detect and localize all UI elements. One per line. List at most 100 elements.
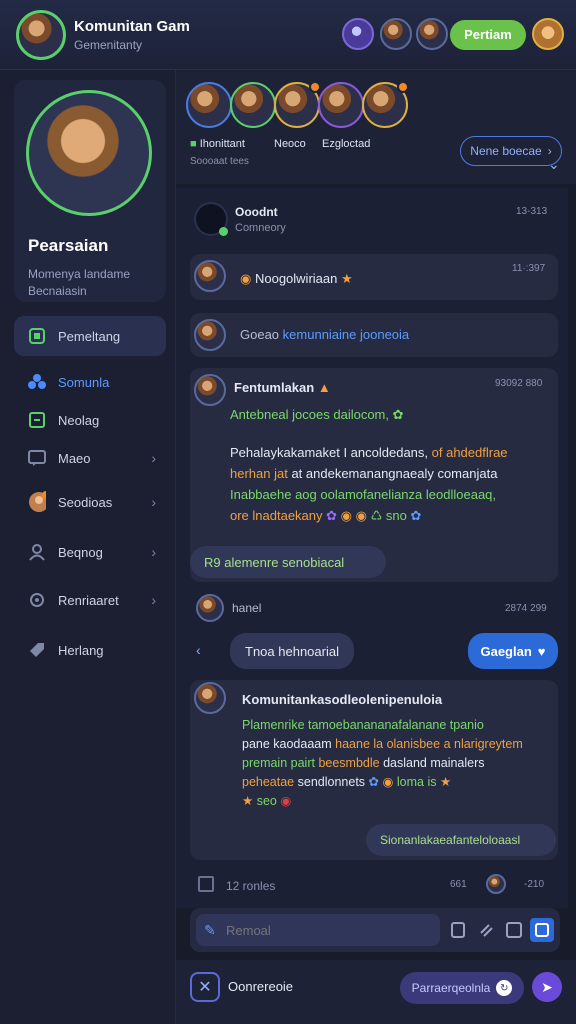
reply-count: 12 ronles [226,879,276,893]
sidebar-item-home[interactable]: Pemeltang [14,316,166,356]
story-avatar[interactable] [274,81,321,128]
online-user-avatar[interactable] [380,18,412,50]
timestamp: 13-313 [516,206,548,217]
sidebar-item-label: Neolag [58,412,100,428]
story-sub: Soooaat tees [190,156,249,167]
pen-icon: ✎ [204,922,216,938]
refresh-icon: ↻ [496,980,513,996]
story-label: ■ Ihonittant [190,138,245,150]
meta-value: 661 [450,879,467,890]
sidebar-item-friends[interactable]: Seodioas › [14,482,166,522]
join-button[interactable]: Pertiam [450,20,526,50]
my-avatar[interactable] [532,18,564,50]
user-icon [28,543,46,561]
story-avatar[interactable] [230,82,276,128]
see-more-button[interactable]: Nene boecae › [460,136,562,166]
user-avatar[interactable] [486,874,506,894]
online-indicator [219,227,228,236]
sidebar-item-label: Renriaaret [58,592,119,608]
bookmark-icon[interactable] [198,876,214,892]
message-input[interactable] [196,914,440,946]
user-name: hanel [232,601,262,615]
chevron-right-icon: › [151,592,156,608]
app-subtitle: Gemenitanty [74,38,143,52]
sidebar-item-label: Maeo [58,450,91,466]
like-button[interactable]: Gaeglan ♥ [468,633,558,669]
user-avatar [194,682,226,714]
user-avatar [194,374,226,406]
notification-badge [397,81,409,93]
send-icon[interactable]: ➤ [532,972,562,1002]
profile-avatar [26,90,152,216]
document-icon[interactable] [446,918,470,942]
heart-icon: ♥ [537,643,546,659]
sidebar-item-label: Herlang [58,642,104,658]
emoji-icon[interactable] [502,918,526,942]
chevron-right-icon: › [151,544,156,560]
friends-icon [28,491,46,512]
sidebar-item-label: Pemeltang [58,328,121,344]
story-avatar[interactable] [318,82,364,128]
sidebar-item-games[interactable]: Neolag [14,400,166,440]
story-avatar[interactable] [186,82,232,128]
settings-icon [28,591,46,609]
bottom-left-label[interactable]: Oonrereoie [228,979,293,994]
post-text: ◉ Noogolwiriaan ★ [240,271,353,286]
home-icon [28,327,46,345]
post-body: Pehalaykakamaket I ancoldedans, of ahded… [230,445,508,523]
notification-badge [309,81,321,93]
post-title: Komunitankasodleolenipenuloia [242,692,443,707]
timestamp: 93092 880 [495,378,543,389]
chevron-right-icon: › [547,144,552,158]
app-logo-avatar[interactable] [16,10,66,60]
sidebar-item-label: Somunla [58,374,110,390]
timestamp: 11·:397 [512,263,546,274]
channel-name: Ooodnt [235,205,278,219]
link-icon[interactable] [474,918,498,942]
user-avatar[interactable] [196,594,224,622]
community-icon [28,373,46,391]
channel-sub: Comneory [235,222,286,234]
post-card[interactable]: Goeao kemunniaine jooneoia [190,313,558,357]
timestamp: 2874 299 [505,603,547,614]
sidebar-item-label: Seodioas [58,494,113,510]
sidebar-item-messages[interactable]: Maeo › [14,438,166,478]
post-title: Fentumlakan ▲ [234,380,331,395]
image-icon[interactable] [530,918,554,942]
user-avatar [194,260,226,292]
message-icon [28,449,46,467]
sidebar-item-profile[interactable]: Beqnog › [14,532,166,572]
sidebar-item-community[interactable]: Somunla [14,362,166,402]
game-icon [28,411,46,429]
story-avatar[interactable] [362,81,409,128]
chevron-right-icon: › [151,450,156,466]
bottom-action-button[interactable]: Parraerqeolnla ↻ [400,972,524,1004]
sidebar: Pearsaian Momenya landame Becnaiasin Pem… [0,70,176,1024]
post-card[interactable]: Komunitankasodleolenipenuloia Plamenrike… [190,680,558,860]
app-title: Komunitan Gam [74,18,190,35]
post-line: Antebneal jocoes dailocom, ✿ [230,407,404,422]
sidebar-item-tags[interactable]: Herlang [14,630,166,670]
sidebar-item-label: Beqnog [58,544,103,560]
share-icon[interactable]: ✕ [190,972,220,1002]
reply-chip[interactable]: Sionanlakaeafanteloloaasl [366,824,556,856]
tag-chip[interactable]: Tnoa hehnoarial [230,633,354,669]
post-text: Goeao kemunniaine jooneoia [240,327,410,342]
collapse-icon[interactable]: ‹ [196,642,201,658]
stories-strip: ■ Ihonittant Neoco Ezgloctad Soooaat tee… [176,70,576,184]
post-card[interactable]: Fentumlakan ▲ 93092 880 Antebneal jocoes… [190,368,558,582]
chevron-right-icon: › [151,494,156,510]
online-user-avatar[interactable] [342,18,374,50]
post-card[interactable]: ◉ Noogolwiriaan ★ 11·:397 [190,254,558,300]
online-user-avatar[interactable] [416,18,448,50]
sidebar-item-settings[interactable]: Renriaaret › [14,580,166,620]
reply-chip[interactable]: R9 alemenre senobiacal [190,546,386,578]
profile-card[interactable]: Pearsaian Momenya landame Becnaiasin [14,80,166,302]
story-label: Ezgloctad [322,138,371,150]
post-body: Plamenrike tamoebanananafalanane tpanio … [242,718,523,808]
top-bar: Komunitan Gam Gemenitanty Pertiam [0,0,576,70]
meta-value: -210 [524,879,545,890]
bottom-bar: ✕ Oonrereoie Parraerqeolnla ↻ ➤ [176,960,576,1024]
profile-name: Pearsaian [28,236,109,255]
composer: ✎ [190,908,560,952]
